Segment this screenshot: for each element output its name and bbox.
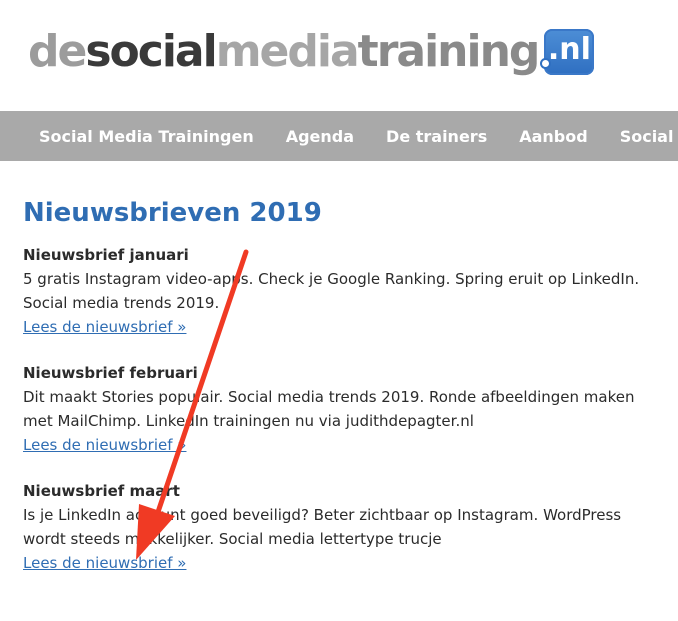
logo-wordmark: desocialmediatraining xyxy=(28,30,540,74)
logo-segment-social: social xyxy=(85,26,217,77)
nav-item-social-media-truncated[interactable]: Social Media t xyxy=(604,127,678,146)
logo-segment-de: de xyxy=(28,26,87,77)
logo-badge-text: .nl xyxy=(547,32,591,67)
logo-segment-training: training xyxy=(357,26,541,77)
newsletter-title: Nieuwsbrief januari xyxy=(23,246,189,265)
main-content: Nieuwsbrieven 2019 Nieuwsbrief januari 5… xyxy=(23,198,668,597)
newsletter-title: Nieuwsbrief februari xyxy=(23,364,198,383)
nav-item-social-media-trainingen[interactable]: Social Media Trainingen xyxy=(0,127,270,146)
newsletter-title: Nieuwsbrief maart xyxy=(23,482,180,501)
site-logo[interactable]: desocialmediatraining .nl xyxy=(28,24,595,80)
newsletter-item: Nieuwsbrief maart Is je LinkedIn account… xyxy=(23,479,668,575)
read-newsletter-link[interactable]: Lees de nieuwsbrief » xyxy=(23,551,186,575)
nav-item-agenda[interactable]: Agenda xyxy=(270,127,370,146)
page-title: Nieuwsbrieven 2019 xyxy=(23,198,322,228)
read-newsletter-link[interactable]: Lees de nieuwsbrief » xyxy=(23,315,186,339)
logo-nl-badge: .nl xyxy=(540,29,595,75)
main-navigation: Social Media Trainingen Agenda De traine… xyxy=(0,111,678,161)
newsletter-item: Nieuwsbrief januari 5 gratis Instagram v… xyxy=(23,243,668,339)
read-newsletter-link[interactable]: Lees de nieuwsbrief » xyxy=(23,433,186,457)
nav-item-de-trainers[interactable]: De trainers xyxy=(370,127,503,146)
newsletter-description: Is je LinkedIn account goed beveiligd? B… xyxy=(23,506,622,549)
newsletter-item: Nieuwsbrief februari Dit maakt Stories p… xyxy=(23,361,668,457)
newsletter-description: Dit maakt Stories populair. Social media… xyxy=(23,388,635,431)
nav-item-aanbod[interactable]: Aanbod xyxy=(503,127,603,146)
logo-segment-media: media xyxy=(215,26,360,77)
newsletter-description: 5 gratis Instagram video-apps. Check je … xyxy=(23,270,640,313)
cursor-icon xyxy=(540,58,552,69)
